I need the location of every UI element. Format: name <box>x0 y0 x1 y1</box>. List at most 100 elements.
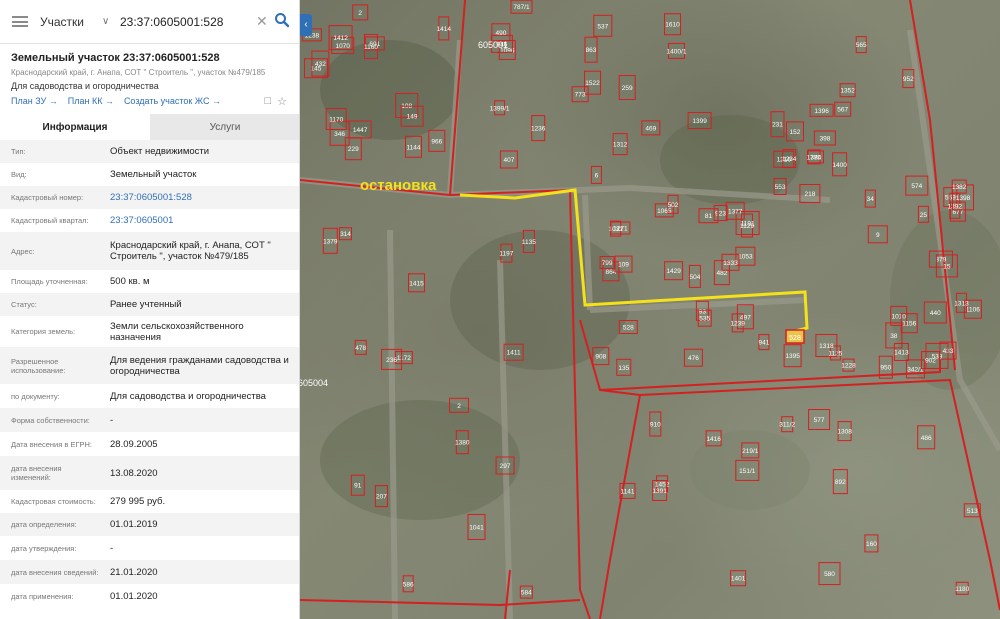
map-view[interactable]: 1096 864 476 691 2 1180 952 677 863 109 135 1160 297… <box>300 0 1000 619</box>
plan-kk-link[interactable]: План КК → <box>68 96 114 106</box>
parcel-label: 311/2 <box>779 422 795 429</box>
parcel-label: 314 <box>340 231 351 238</box>
parcel-label: 1382 <box>952 184 967 191</box>
parcel-label: 25 <box>920 212 928 219</box>
parcel-label: 1156 <box>902 321 916 328</box>
parcel-label: 219/1 <box>742 448 759 455</box>
info-row-value[interactable]: 23:37:0605001 <box>110 215 295 226</box>
parcel-label: 1399 <box>692 118 707 125</box>
parcel-label: 565 <box>856 42 867 49</box>
tab-services[interactable]: Услуги <box>150 114 299 140</box>
parcel-label: 950 <box>880 365 891 372</box>
close-icon[interactable]: ✕ <box>256 13 268 30</box>
parcel-label: 863 <box>586 47 597 54</box>
parcel-label: 93 <box>699 308 707 315</box>
zoom-to-icon[interactable]: □ <box>264 95 271 108</box>
parcel-label: 1610 <box>665 22 680 29</box>
menu-icon[interactable] <box>12 16 28 27</box>
info-panel: Участки ∨ ✕ Земельный участок 23:37:0605… <box>0 0 300 619</box>
info-row-label: Вид: <box>11 170 27 179</box>
info-row: дата внесения сведений: 21.01.2020 <box>0 560 299 584</box>
parcel-label: 109 <box>618 262 629 269</box>
parcel-label: 902 <box>925 358 936 365</box>
create-zhs-link[interactable]: Создать участок ЖС → <box>124 96 221 106</box>
parcel-label: 346 <box>334 131 345 138</box>
parcel-label: 1400 <box>832 162 847 169</box>
search-input[interactable] <box>120 14 250 29</box>
object-address: Краснодарский край, г. Анапа, СОТ " Стро… <box>11 68 266 77</box>
star-icon[interactable]: ☆ <box>277 95 287 108</box>
info-row-label: дата внесения изменений: <box>11 464 62 482</box>
tab-info[interactable]: Информация <box>0 114 150 140</box>
info-row-value: Ранее учтенный <box>110 299 182 310</box>
parcel-label: 1191 <box>741 221 755 228</box>
info-row: дата применения: 01.01.2020 <box>0 584 299 608</box>
info-row-value: Земельный участок <box>110 169 197 180</box>
parcel-label: 1180 <box>955 586 969 593</box>
info-row-label: Разрешенное использование: <box>11 356 66 375</box>
plan-zu-link[interactable]: План ЗУ → <box>11 96 58 106</box>
parcel-label: 81 <box>705 213 713 220</box>
info-row-label: дата определения: <box>11 520 77 529</box>
info-row-value: Земли сельскохозяйственного назначения <box>110 320 244 343</box>
parcel-label: 91 <box>354 483 362 490</box>
parcel-label: 1170 <box>329 117 343 124</box>
parcel-label: 553 <box>775 184 786 191</box>
parcel-label: 1447 <box>353 127 368 134</box>
parcel-label: 584 <box>521 590 532 597</box>
parcel-label: 15 <box>943 263 951 270</box>
info-row-label: Категория земель: <box>11 327 76 336</box>
info-row-label: дата внесения сведений: <box>11 567 99 577</box>
parcel-label: 207 <box>376 494 387 501</box>
parcel-label: 398 <box>819 136 830 143</box>
info-row: Адрес: Краснодарский край, г. Анапа, СОТ … <box>0 232 299 270</box>
info-row-value: Для садоводства и огородничества <box>110 390 266 402</box>
parcel-label: 1271 <box>613 226 628 233</box>
search-bar: Участки ∨ ✕ <box>0 0 299 44</box>
parcel-label: 799 <box>602 260 613 267</box>
action-links: План ЗУ → План КК → Создать участок ЖС → <box>11 96 221 106</box>
info-row: Дата внесения в ЕГРН: 28.09.2005 <box>0 432 299 456</box>
parcel-label: 6 <box>595 172 599 179</box>
parcel-label: 528 <box>623 325 634 332</box>
info-row-label: Тип: <box>11 147 26 156</box>
parcel-label: 149 <box>407 114 418 121</box>
parcel-label: 1141 <box>621 488 635 495</box>
parcel-label: 1396 <box>814 108 829 115</box>
parcel-label: 1106 <box>966 307 980 314</box>
parcel-label: 1416 <box>706 436 721 443</box>
parcel-label: 1413 <box>894 350 909 357</box>
parcel-label: 1160 <box>364 44 378 51</box>
info-row-value[interactable]: 23:37:0605001:528 <box>110 192 295 203</box>
info-row-label: по документу: <box>11 391 60 401</box>
info-row: дата утверждения: - <box>0 536 299 560</box>
chevron-down-icon[interactable]: ∨ <box>102 16 112 27</box>
parcel-label: 1135 <box>522 239 536 246</box>
parcel-label: 490 <box>495 30 506 37</box>
parcel-label: 236 <box>386 357 397 364</box>
parcel-label: 1197 <box>499 251 513 258</box>
layer-select[interactable]: Участки <box>40 15 102 29</box>
info-row-value: Для ведения гражданами садоводства и ого… <box>110 354 289 377</box>
parcel-label: 1239 <box>730 320 745 327</box>
info-row-value: 500 кв. м <box>110 276 150 287</box>
info-row-value: 01.01.2020 <box>110 590 158 602</box>
parcel-label: 135 <box>618 365 629 372</box>
info-row-value: 13.08.2020 <box>110 467 158 479</box>
info-row-value: 28.09.2005 <box>110 438 158 450</box>
parcel-label: 773 <box>575 92 586 99</box>
parcel-label: 1429 <box>666 268 681 275</box>
info-row-label: Дата внесения в ЕГРН: <box>11 439 93 449</box>
info-row-label: Статус: <box>11 300 37 309</box>
object-usage: Для садоводства и огородничества <box>11 81 159 91</box>
parcel-label: 1391 <box>652 488 667 495</box>
parcel-label: 229 <box>348 146 359 153</box>
cadastral-map[interactable]: 1096864476691211809526778631091351160297… <box>300 0 1000 619</box>
selected-parcel-label: 528 <box>789 335 801 342</box>
parcel-label: 580 <box>824 571 835 578</box>
parcel-label: 586 <box>403 581 414 588</box>
parcel-label: 1308 <box>837 429 852 436</box>
collapse-panel-icon[interactable]: ‹ <box>300 14 312 36</box>
parcel-label: 9 <box>876 232 880 239</box>
search-icon[interactable] <box>274 12 294 32</box>
